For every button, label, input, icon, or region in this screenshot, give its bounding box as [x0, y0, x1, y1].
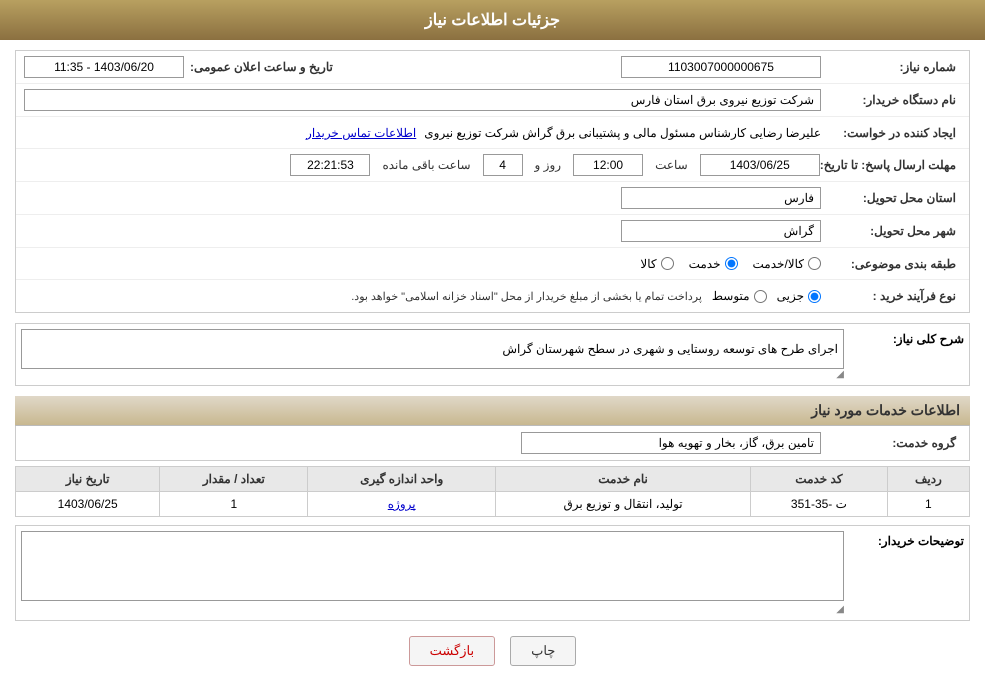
cell-service-name: تولید، انتقال و توزیع برق — [496, 492, 751, 517]
buyer-org-label: نام دستگاه خریدار: — [821, 93, 961, 107]
creator-row: ایجاد کننده در خواست: علیرضا رضایی کارشن… — [16, 117, 969, 149]
need-number-row: شماره نیاز: 1103007000000675 تاریخ و ساع… — [16, 51, 969, 84]
cell-quantity: 1 — [160, 492, 308, 517]
category-kala-khadamat-radio[interactable] — [808, 257, 821, 270]
city-label: شهر محل تحویل: — [821, 224, 961, 238]
province-input: فارس — [621, 187, 821, 209]
publish-datetime-label: تاریخ و ساعت اعلان عمومی: — [190, 60, 338, 74]
services-table: ردیف کد خدمت نام خدمت واحد اندازه گیری ت… — [15, 466, 970, 517]
category-kala-item: کالا — [640, 257, 673, 271]
process-options-row: جزیی متوسط پرداخت تمام یا بخشی از مبلغ خ… — [351, 289, 821, 303]
province-row: استان محل تحویل: فارس — [16, 182, 969, 215]
deadline-remaining: 22:21:53 — [290, 154, 370, 176]
process-mottasat-label: متوسط — [712, 289, 750, 303]
category-kala-label: کالا — [640, 257, 656, 271]
category-value-cell: کالا/خدمت خدمت کالا — [24, 257, 821, 271]
col-row-num: ردیف — [887, 467, 969, 492]
city-row: شهر محل تحویل: گراش — [16, 215, 969, 248]
buyer-org-input: شرکت توزیع نیروی برق استان فارس — [24, 89, 821, 111]
buyer-notes-wrap: ◢ — [16, 526, 849, 620]
process-mottasat-option: متوسط — [712, 289, 767, 303]
category-kala-radio[interactable] — [661, 257, 674, 270]
process-jazzi-radio[interactable] — [808, 290, 821, 303]
city-input: گراش — [621, 220, 821, 242]
creator-text: علیرضا رضایی کارشناس مسئول مالی و پشتیبا… — [424, 126, 821, 140]
process-jazzi-option: جزیی — [777, 289, 821, 303]
page-title: جزئیات اطلاعات نیاز — [425, 12, 560, 29]
process-row: نوع فرآیند خرید : جزیی متوسط پرداخت تمام… — [16, 280, 969, 312]
print-button[interactable]: چاپ — [510, 636, 576, 666]
deadline-row: مهلت ارسال پاسخ: تا تاریخ: 1403/06/25 سا… — [16, 149, 969, 182]
category-radio-group: کالا/خدمت خدمت کالا — [640, 257, 821, 271]
category-khadamat-radio[interactable] — [725, 257, 738, 270]
description-label: شرح کلی نیاز: — [849, 324, 969, 354]
process-mottasat-radio[interactable] — [754, 290, 767, 303]
table-body: 1 ت -35-351 تولید، انتقال و توزیع برق پر… — [16, 492, 970, 517]
description-section: شرح کلی نیاز: اجرای طرح های توسعه روستای… — [15, 323, 970, 386]
process-extra-text: پرداخت تمام یا بخشی از مبلغ خریدار از مح… — [351, 290, 702, 303]
main-form-section: شماره نیاز: 1103007000000675 تاریخ و ساع… — [15, 50, 970, 313]
category-kala-khadamat-label: کالا/خدمت — [753, 257, 804, 271]
resize-handle: ◢ — [21, 369, 844, 380]
category-khadamat-item: خدمت — [689, 257, 738, 271]
buyer-notes-label: توضیحات خریدار: — [849, 526, 969, 556]
need-number-value-cell: 1103007000000675 — [358, 56, 821, 78]
col-service-name: نام خدمت — [496, 467, 751, 492]
process-jazzi-label: جزیی — [777, 289, 804, 303]
service-group-value: تامین برق، گاز، بخار و تهویه هوا — [521, 432, 821, 454]
city-value-cell: گراش — [24, 220, 821, 242]
col-date: تاریخ نیاز — [16, 467, 160, 492]
buyer-org-value-cell: شرکت توزیع نیروی برق استان فارس — [24, 89, 821, 111]
category-row: طبقه بندی موضوعی: کالا/خدمت خدمت — [16, 248, 969, 280]
creator-value-cell: علیرضا رضایی کارشناس مسئول مالی و پشتیبا… — [24, 126, 821, 140]
content-area: شماره نیاز: 1103007000000675 تاریخ و ساع… — [0, 40, 985, 691]
col-quantity: تعداد / مقدار — [160, 467, 308, 492]
col-unit: واحد اندازه گیری — [308, 467, 496, 492]
description-input-wrap: اجرای طرح های توسعه روستایی و شهری در سط… — [16, 324, 849, 385]
creator-contact-link[interactable]: اطلاعات تماس خریدار — [306, 126, 416, 140]
page-wrapper: جزئیات اطلاعات نیاز شماره نیاز: 11030070… — [0, 0, 985, 691]
service-group-row: گروه خدمت: تامین برق، گاز، بخار و تهویه … — [15, 426, 970, 461]
deadline-date: 1403/06/25 — [700, 154, 820, 176]
deadline-time: 12:00 — [573, 154, 643, 176]
category-khadamat-label: خدمت — [689, 257, 721, 271]
buttons-row: چاپ بازگشت — [15, 621, 970, 681]
buyer-notes-textarea[interactable] — [21, 531, 844, 601]
cell-unit[interactable]: پروژه — [308, 492, 496, 517]
need-number-input: 1103007000000675 — [621, 56, 821, 78]
deadline-days: 4 — [483, 154, 523, 176]
publish-datetime-value: 1403/06/20 - 11:35 — [24, 56, 184, 78]
need-number-label: شماره نیاز: — [821, 60, 961, 74]
creator-label: ایجاد کننده در خواست: — [821, 126, 961, 140]
back-button[interactable]: بازگشت — [409, 636, 495, 666]
service-group-label: گروه خدمت: — [821, 436, 961, 450]
cell-service-code: ت -35-351 — [751, 492, 888, 517]
deadline-time-label: ساعت — [655, 158, 688, 172]
col-service-code: کد خدمت — [751, 467, 888, 492]
buyer-notes-section: توضیحات خریدار: ◢ — [15, 525, 970, 621]
table-header-row: ردیف کد خدمت نام خدمت واحد اندازه گیری ت… — [16, 467, 970, 492]
process-value-cell: جزیی متوسط پرداخت تمام یا بخشی از مبلغ خ… — [24, 289, 821, 303]
category-kala-khadamat-item: کالا/خدمت — [753, 257, 821, 271]
province-value-cell: فارس — [24, 187, 821, 209]
deadline-value-cell: 1403/06/25 ساعت 12:00 روز و 4 ساعت باقی … — [24, 154, 820, 176]
buyer-org-row: نام دستگاه خریدار: شرکت توزیع نیروی برق … — [16, 84, 969, 117]
page-header: جزئیات اطلاعات نیاز — [0, 0, 985, 40]
province-label: استان محل تحویل: — [821, 191, 961, 205]
process-label: نوع فرآیند خرید : — [821, 289, 961, 303]
deadline-label: مهلت ارسال پاسخ: تا تاریخ: — [820, 158, 961, 172]
category-label: طبقه بندی موضوعی: — [821, 257, 961, 271]
buyer-resize-handle: ◢ — [21, 604, 844, 615]
deadline-day-label: روز و — [535, 158, 562, 172]
table-row: 1 ت -35-351 تولید، انتقال و توزیع برق پر… — [16, 492, 970, 517]
deadline-remaining-label: ساعت باقی مانده — [382, 158, 470, 172]
services-section-title: اطلاعات خدمات مورد نیاز — [15, 396, 970, 426]
cell-date: 1403/06/25 — [16, 492, 160, 517]
description-value: اجرای طرح های توسعه روستایی و شهری در سط… — [21, 329, 844, 369]
cell-row-num: 1 — [887, 492, 969, 517]
